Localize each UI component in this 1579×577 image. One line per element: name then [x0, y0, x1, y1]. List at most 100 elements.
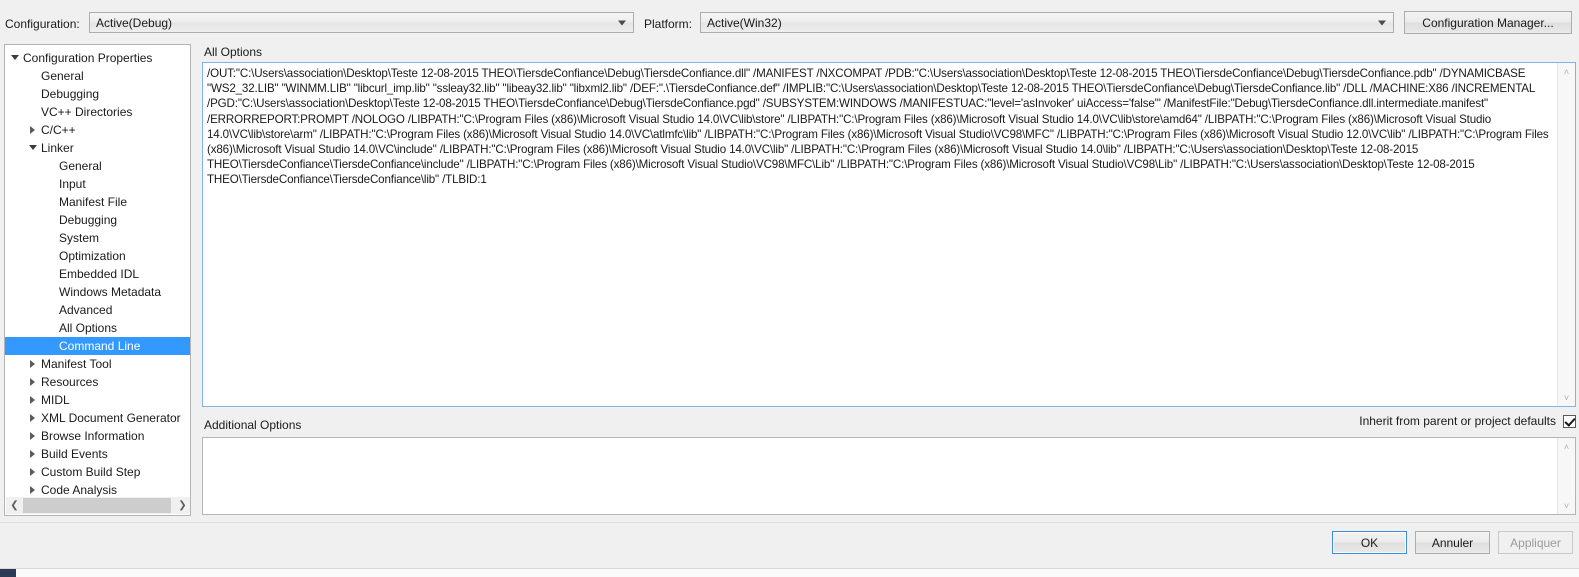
- dialog-buttons: OK Annuler Appliquer: [1332, 531, 1573, 554]
- tree-item-label: Advanced: [59, 303, 113, 317]
- tree-item-label: C/C++: [41, 123, 76, 137]
- all-options-textarea[interactable]: /OUT:"C:\Users\association\Desktop\Teste…: [202, 62, 1576, 407]
- tree-item-configuration-properties[interactable]: Configuration Properties: [5, 49, 190, 67]
- triangle-right-icon[interactable]: [27, 427, 39, 445]
- tree-item-resources[interactable]: Resources: [5, 373, 190, 391]
- tree-item-label: Manifest File: [59, 195, 128, 209]
- taskbar-nub: [0, 569, 16, 577]
- tree-item-debugging[interactable]: Debugging: [5, 211, 190, 229]
- tree-item-label: Manifest Tool: [41, 357, 112, 371]
- tree-item-system[interactable]: System: [5, 229, 190, 247]
- platform-value: Active(Win32): [707, 15, 782, 30]
- scroll-down-icon[interactable]: ˅: [1558, 389, 1575, 406]
- additional-options-textarea[interactable]: ˄ ˅: [202, 437, 1576, 515]
- tree-item-browse-information[interactable]: Browse Information: [5, 427, 190, 445]
- apply-button[interactable]: Appliquer: [1498, 531, 1573, 554]
- chevron-down-icon: [618, 20, 626, 25]
- inherit-defaults-row[interactable]: Inherit from parent or project defaults: [1359, 414, 1576, 428]
- tree-item-general[interactable]: General: [5, 157, 190, 175]
- triangle-down-icon[interactable]: [27, 139, 39, 157]
- tree-horizontal-scrollbar[interactable]: ❮ ❯: [6, 497, 190, 514]
- triangle-right-icon[interactable]: [27, 391, 39, 409]
- chevron-down-icon: [1378, 20, 1386, 25]
- scroll-left-icon[interactable]: ❮: [6, 497, 23, 514]
- tree-item-command-line[interactable]: Command Line: [5, 337, 190, 355]
- triangle-right-icon[interactable]: [27, 409, 39, 427]
- platform-combobox[interactable]: Active(Win32): [700, 12, 1394, 33]
- tree-item-custom-build-step[interactable]: Custom Build Step: [5, 463, 190, 481]
- tree-item-label: Embedded IDL: [59, 267, 140, 281]
- configuration-combobox[interactable]: Active(Debug): [89, 12, 634, 33]
- tree-item-windows-metadata[interactable]: Windows Metadata: [5, 283, 190, 301]
- triangle-right-icon[interactable]: [27, 373, 39, 391]
- tree-item-debugging[interactable]: Debugging: [5, 85, 190, 103]
- tree-item-label: General: [41, 69, 84, 83]
- tree-item-label: Browse Information: [41, 429, 145, 443]
- tree-item-label: All Options: [59, 321, 118, 335]
- tree-item-label: Build Events: [41, 447, 108, 461]
- all-options-label: All Options: [204, 45, 263, 59]
- tree-item-label: Configuration Properties: [23, 51, 153, 65]
- configuration-manager-button[interactable]: Configuration Manager...: [1404, 11, 1572, 34]
- tree-item-label: Input: [59, 177, 86, 191]
- tree-item-midl[interactable]: MIDL: [5, 391, 190, 409]
- tree-item-label: Code Analysis: [41, 483, 118, 497]
- triangle-right-icon[interactable]: [27, 355, 39, 373]
- tree-item-label: System: [59, 231, 100, 245]
- inherit-defaults-label: Inherit from parent or project defaults: [1359, 414, 1556, 428]
- platform-label: Platform:: [644, 17, 693, 31]
- tree-item-manifest-tool[interactable]: Manifest Tool: [5, 355, 190, 373]
- inherit-defaults-checkbox[interactable]: [1563, 414, 1576, 428]
- tree-item-label: Linker: [41, 141, 74, 155]
- tree-item-linker[interactable]: Linker: [5, 139, 190, 157]
- tree-item-label: Debugging: [41, 87, 100, 101]
- additional-options-label: Additional Options: [204, 418, 302, 432]
- property-tree-panel[interactable]: Configuration Properties General Debugging…: [4, 44, 191, 516]
- tree-item-label: Custom Build Step: [41, 465, 141, 479]
- configuration-label: Configuration:: [5, 17, 80, 31]
- desktop-bottom-strip: [0, 568, 1579, 577]
- tree-item-label: Windows Metadata: [59, 285, 162, 299]
- footer-divider: [0, 522, 1579, 523]
- triangle-right-icon[interactable]: [27, 121, 39, 139]
- scroll-up-icon[interactable]: ˄: [1558, 438, 1575, 455]
- tree-item-general[interactable]: General: [5, 67, 190, 85]
- triangle-down-icon[interactable]: [9, 49, 21, 67]
- tree-item-label: General: [59, 159, 102, 173]
- configuration-toolbar: Configuration: Active(Debug) Platform: A…: [0, 0, 1579, 40]
- tree-item-label: Resources: [41, 375, 99, 389]
- tree-item-optimization[interactable]: Optimization: [5, 247, 190, 265]
- property-pages-dialog: Configuration: Active(Debug) Platform: A…: [0, 0, 1579, 577]
- tree-item-all-options[interactable]: All Options: [5, 319, 190, 337]
- tree-item-xml-document-generator[interactable]: XML Document Generator: [5, 409, 190, 427]
- tree-item-input[interactable]: Input: [5, 175, 190, 193]
- triangle-right-icon[interactable]: [27, 445, 39, 463]
- tree-hscroll-thumb[interactable]: [23, 498, 171, 513]
- tree-item-advanced[interactable]: Advanced: [5, 301, 190, 319]
- tree-item-embedded-idl[interactable]: Embedded IDL: [5, 265, 190, 283]
- all-options-vertical-scrollbar[interactable]: ˄ ˅: [1557, 63, 1575, 406]
- scroll-down-icon[interactable]: ˅: [1558, 497, 1575, 514]
- tree-item-vc-directories[interactable]: VC++ Directories: [5, 103, 190, 121]
- additional-options-vertical-scrollbar[interactable]: ˄ ˅: [1557, 438, 1575, 514]
- cancel-button[interactable]: Annuler: [1415, 531, 1490, 554]
- scroll-up-icon[interactable]: ˄: [1558, 63, 1575, 80]
- tree-hscroll-track[interactable]: [23, 497, 174, 514]
- scroll-right-icon[interactable]: ❯: [174, 497, 190, 514]
- ok-button[interactable]: OK: [1332, 531, 1407, 554]
- triangle-right-icon[interactable]: [27, 463, 39, 481]
- tree-item-manifest-file[interactable]: Manifest File: [5, 193, 190, 211]
- tree-item-c-c[interactable]: C/C++: [5, 121, 190, 139]
- tree-item-build-events[interactable]: Build Events: [5, 445, 190, 463]
